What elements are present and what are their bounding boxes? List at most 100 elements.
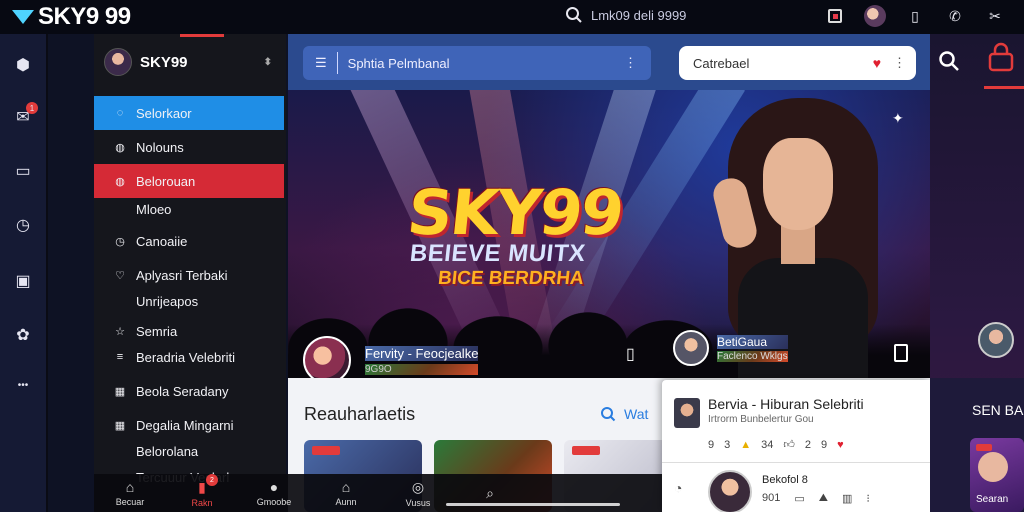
chat-icon[interactable]: ✉ 1: [12, 102, 38, 128]
menu-item[interactable]: Unrijeapos: [94, 288, 284, 314]
card-subtitle: Irtrorm Bunbelertur Gou: [708, 414, 814, 425]
kebab-icon[interactable]: ⋮: [893, 55, 906, 71]
menu-item[interactable]: ≡ Beradria Velebriti: [94, 340, 284, 374]
nav-search[interactable]: ⌕: [454, 474, 526, 512]
clock-icon: ◷: [115, 235, 125, 248]
search-icon: [601, 407, 616, 422]
like-icon[interactable]: 👍︎: [783, 438, 795, 451]
trophy-icon: ▲: [740, 438, 752, 451]
sparkle-icon: ✦: [892, 110, 904, 126]
menu-item-label: Canoaiie: [136, 233, 188, 249]
location-label: Catrebael: [693, 55, 750, 71]
video-icon: ◎: [411, 478, 425, 495]
stat-value: 9: [708, 438, 715, 451]
tools-icon[interactable]: ✂: [984, 5, 1006, 27]
card-icon[interactable]: ▭: [12, 160, 34, 182]
nav-video[interactable]: ◎ Vusus: [382, 474, 454, 512]
artist-avatar: [673, 330, 709, 366]
settings-icon[interactable]: ✿: [12, 324, 34, 346]
heart-icon[interactable]: ♥: [837, 439, 844, 451]
card-stats: 9 3 ▲ 34 👍︎ 2 9 ♥: [708, 438, 844, 452]
right-thumbnail[interactable]: Searan: [970, 438, 1024, 512]
search-text: Lmk09 deli 9999: [591, 7, 687, 23]
menu-avatar: [104, 48, 132, 76]
phone-icon[interactable]: ▯: [904, 5, 926, 27]
menu-item[interactable]: ▦ Beola Seradany: [94, 374, 284, 408]
card-meta: 901 ▭ ⛰ ▥ ⁝: [762, 492, 870, 505]
menu-item-label: Selorkaor: [136, 105, 192, 121]
mic-icon[interactable]: ▯: [626, 344, 635, 364]
search-bar[interactable]: Lmk09 deli 9999: [565, 6, 686, 24]
bag-icon[interactable]: [984, 40, 1024, 90]
hero-left-sub: 9G9O: [365, 363, 479, 375]
call-icon[interactable]: ✆: [944, 5, 966, 27]
home-icon: ⌂: [125, 479, 135, 495]
menu-item[interactable]: Belorolana: [94, 438, 284, 464]
menu-item[interactable]: ◍ Belorouan: [94, 164, 284, 198]
chat-icon: ◌: [116, 107, 124, 119]
bell-icon[interactable]: ◔: [674, 480, 682, 496]
search-icon[interactable]: [938, 50, 964, 76]
hero-banner[interactable]: SKY99 BEIEVE MUITX BICE BERDRHA ✦ Fervit…: [288, 90, 930, 378]
more-icon[interactable]: •••: [12, 374, 34, 396]
logo-text: SKY9 99: [38, 3, 131, 30]
section-title: Reauharlaetis: [304, 404, 416, 424]
menu-item[interactable]: ▦ Degalia Mingarni: [94, 408, 284, 442]
hero-right-sub: Faclenco Wklgs: [717, 350, 788, 362]
star-icon: ☆: [115, 325, 125, 338]
notification-badge: 1: [26, 102, 38, 114]
menu-item[interactable]: Mloeo: [94, 196, 284, 222]
hero-logo: SKY99: [404, 176, 626, 249]
menu-item[interactable]: ◌ Selorkaor: [94, 96, 284, 130]
watch-label: Wat: [624, 406, 649, 422]
location-select[interactable]: Catrebael ♥ ⋮: [679, 46, 916, 80]
detail-card[interactable]: Bervia - Hiburan Selebriti Irtrorm Bunbe…: [662, 380, 930, 512]
calendar-icon[interactable]: ▣: [12, 270, 34, 292]
stat-value: 34: [761, 438, 774, 451]
bars-icon: ≡: [116, 351, 124, 363]
card-user-avatar: [708, 470, 752, 512]
menu-item-label: Unrijeapos: [136, 293, 199, 309]
bubble-icon: ◍: [115, 175, 125, 188]
menu-item[interactable]: ♡ Aplyasri Terbaki: [94, 258, 284, 292]
home-icon[interactable]: ⬢: [12, 54, 34, 76]
nav-live[interactable]: ⌂ Aunn: [310, 474, 382, 512]
nav-label: Aunn: [335, 497, 357, 507]
rail-divider: [46, 34, 48, 512]
scrollbar[interactable]: [446, 503, 620, 506]
image-icon[interactable]: ⛰: [819, 492, 828, 505]
hero-item-right[interactable]: BetiGaua Faclenco Wklgs: [673, 330, 788, 366]
clock-icon[interactable]: ◷: [12, 214, 34, 236]
bubble-icon: ◍: [115, 141, 125, 154]
menu-item[interactable]: ◍ Nolouns: [94, 130, 284, 164]
category-label: Sphtia Pelmbanal: [347, 55, 450, 71]
profile-avatar[interactable]: [864, 5, 886, 27]
app-logo[interactable]: SKY9 99: [0, 3, 131, 31]
category-select[interactable]: ☰ Sphtia Pelmbanal ⋮: [303, 46, 651, 80]
card-title: Bervia - Hiburan Selebriti: [708, 396, 864, 412]
live-badge: [312, 446, 340, 455]
hero-item-left[interactable]: Fervity - Feocjealke 9G9O: [303, 336, 479, 378]
more-icon[interactable]: ⁝: [866, 492, 870, 505]
kebab-icon[interactable]: ⋮: [624, 55, 637, 71]
menu-header[interactable]: SKY99 ⬍: [94, 34, 286, 90]
nav-label: Becuar: [115, 497, 145, 507]
nav-home[interactable]: ⌂ Becuar: [94, 474, 166, 512]
menu-profile-name: SKY99: [140, 53, 188, 71]
menu-item[interactable]: ◷ Canoaiie: [94, 224, 284, 258]
watch-link[interactable]: Wat: [600, 406, 648, 422]
hero-left-title: Fervity - Feocjealke: [365, 345, 479, 361]
book-icon[interactable]: ▥: [842, 492, 852, 505]
menu-item-label: Belorolana: [136, 443, 199, 459]
phone-icon[interactable]: [894, 344, 908, 362]
nav-rank[interactable]: ▮ Rakn 2: [166, 474, 238, 512]
artist-avatar: [303, 336, 351, 378]
menu-indicator: [180, 34, 224, 37]
card-avatar: [674, 398, 700, 428]
user-avatar[interactable]: [978, 322, 1014, 358]
menu-item-label: Aplyasri Terbaki: [136, 267, 228, 283]
media-icon[interactable]: [824, 5, 846, 27]
chat-icon[interactable]: ▭: [794, 492, 804, 505]
stat-value: 2: [804, 438, 812, 451]
nav-profile[interactable]: ● Gmoobe: [238, 474, 310, 512]
